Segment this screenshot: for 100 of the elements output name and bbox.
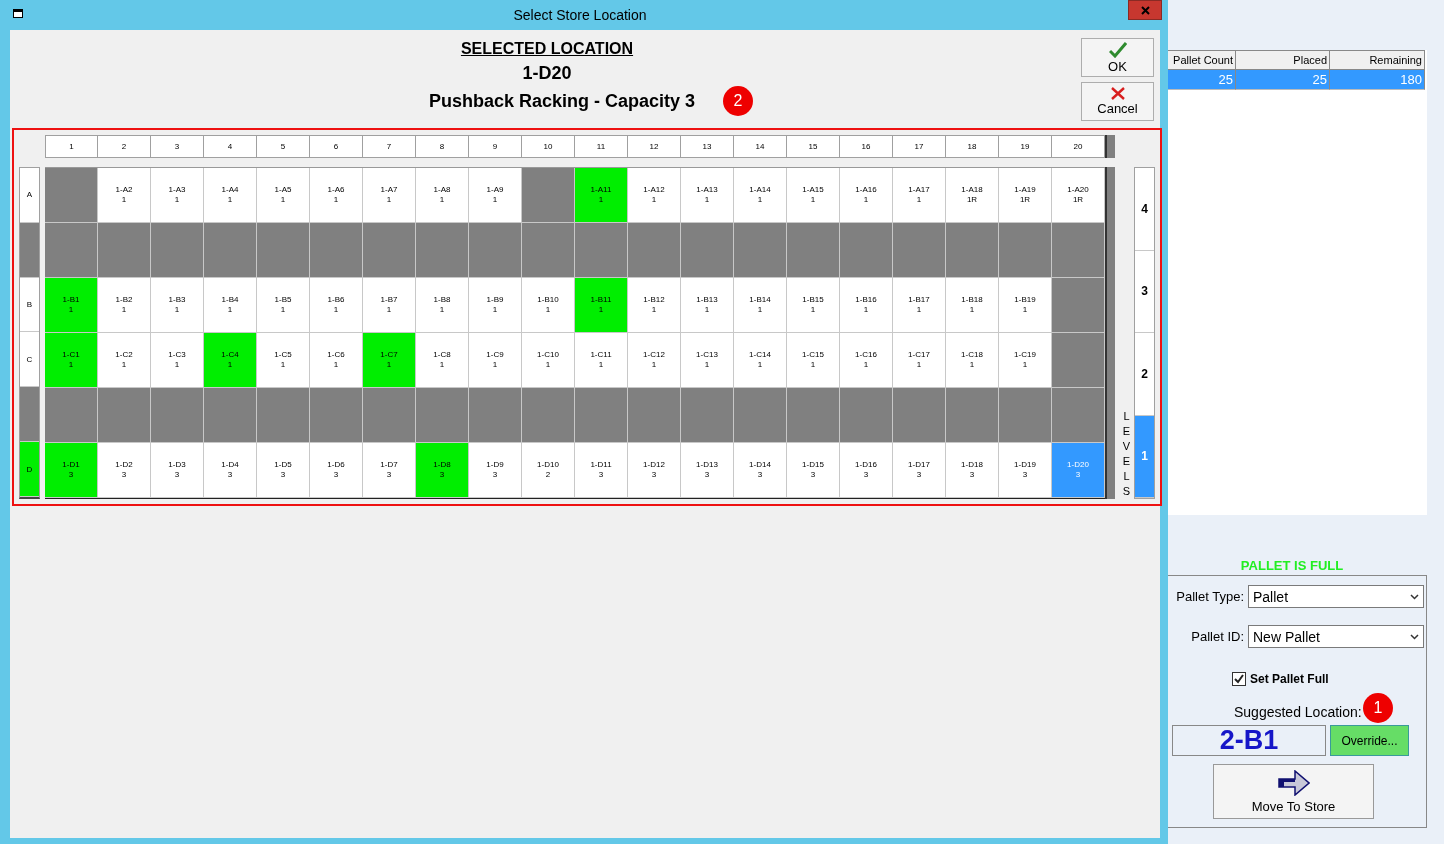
location-cell[interactable]: 1-A2 1 — [98, 168, 151, 223]
blocked-cell[interactable] — [98, 223, 151, 278]
location-cell[interactable]: 1-D19 3 — [999, 443, 1052, 498]
blocked-cell[interactable] — [257, 223, 310, 278]
blocked-cell[interactable] — [363, 223, 416, 278]
blocked-cell[interactable] — [522, 223, 575, 278]
location-cell[interactable]: 1-D10 2 — [522, 443, 575, 498]
blocked-cell[interactable] — [734, 388, 787, 443]
location-cell[interactable]: 1-A5 1 — [257, 168, 310, 223]
blocked-cell[interactable] — [893, 388, 946, 443]
blocked-cell[interactable] — [151, 388, 204, 443]
blocked-cell[interactable] — [946, 388, 999, 443]
blocked-cell[interactable] — [45, 223, 98, 278]
location-cell[interactable]: 1-D8 3 — [416, 443, 469, 498]
location-cell[interactable]: 1-D3 3 — [151, 443, 204, 498]
blocked-cell[interactable] — [628, 223, 681, 278]
location-cell[interactable]: 1-D13 3 — [681, 443, 734, 498]
location-cell[interactable]: 1-B11 1 — [575, 278, 628, 333]
location-cell[interactable]: 1-D16 3 — [840, 443, 893, 498]
blocked-cell[interactable] — [45, 168, 98, 223]
location-cell[interactable]: 1-B12 1 — [628, 278, 681, 333]
location-cell[interactable]: 1-D12 3 — [628, 443, 681, 498]
blocked-cell[interactable] — [98, 388, 151, 443]
blocked-cell[interactable] — [45, 388, 98, 443]
location-cell[interactable]: 1-B13 1 — [681, 278, 734, 333]
location-cell[interactable]: 1-D6 3 — [310, 443, 363, 498]
location-cell[interactable]: 1-B15 1 — [787, 278, 840, 333]
location-cell[interactable]: 1-D7 3 — [363, 443, 416, 498]
location-cell[interactable]: 1-B19 1 — [999, 278, 1052, 333]
location-cell[interactable]: 1-A3 1 — [151, 168, 204, 223]
move-to-store-button[interactable]: Move To Store — [1213, 764, 1374, 819]
location-cell[interactable]: 1-C2 1 — [98, 333, 151, 388]
blocked-cell[interactable] — [999, 388, 1052, 443]
location-cell[interactable]: 1-D2 3 — [98, 443, 151, 498]
location-cell[interactable]: 1-D14 3 — [734, 443, 787, 498]
location-cell[interactable]: 1-D11 3 — [575, 443, 628, 498]
location-cell[interactable]: 1-D15 3 — [787, 443, 840, 498]
location-cell[interactable]: 1-C11 1 — [575, 333, 628, 388]
location-cell[interactable]: 1-B18 1 — [946, 278, 999, 333]
location-cell[interactable]: 1-B9 1 — [469, 278, 522, 333]
location-cell[interactable]: 1-C6 1 — [310, 333, 363, 388]
location-cell[interactable]: 1-C3 1 — [151, 333, 204, 388]
blocked-cell[interactable] — [681, 223, 734, 278]
blocked-cell[interactable] — [787, 223, 840, 278]
blocked-cell[interactable] — [469, 388, 522, 443]
location-cell[interactable]: 1-A12 1 — [628, 168, 681, 223]
blocked-cell[interactable] — [522, 388, 575, 443]
blocked-cell[interactable] — [840, 388, 893, 443]
blocked-cell[interactable] — [310, 388, 363, 443]
location-cell[interactable]: 1-A15 1 — [787, 168, 840, 223]
blocked-cell[interactable] — [946, 223, 999, 278]
blocked-cell[interactable] — [1052, 223, 1105, 278]
location-cell[interactable]: 1-D5 3 — [257, 443, 310, 498]
location-cell[interactable]: 1-C10 1 — [522, 333, 575, 388]
location-cell[interactable]: 1-B3 1 — [151, 278, 204, 333]
location-cell[interactable]: 1-C13 1 — [681, 333, 734, 388]
location-cell[interactable]: 1-C16 1 — [840, 333, 893, 388]
dropdown[interactable]: New Pallet — [1248, 625, 1424, 648]
location-cell[interactable]: 1-B8 1 — [416, 278, 469, 333]
blocked-cell[interactable] — [310, 223, 363, 278]
location-cell[interactable]: 1-B2 1 — [98, 278, 151, 333]
location-cell[interactable]: 1-A20 1R — [1052, 168, 1105, 223]
blocked-cell[interactable] — [416, 223, 469, 278]
blocked-cell[interactable] — [469, 223, 522, 278]
blocked-cell[interactable] — [575, 223, 628, 278]
cancel-button[interactable]: Cancel — [1081, 82, 1154, 121]
column-header[interactable]: Pallet Count — [1168, 50, 1236, 70]
blocked-cell[interactable] — [628, 388, 681, 443]
blocked-cell[interactable] — [204, 223, 257, 278]
column-header[interactable]: Remaining — [1330, 50, 1425, 70]
location-cell[interactable]: 1-C17 1 — [893, 333, 946, 388]
location-cell[interactable]: 1-A14 1 — [734, 168, 787, 223]
location-cell[interactable]: 1-C1 1 — [45, 333, 98, 388]
blocked-cell[interactable] — [999, 223, 1052, 278]
location-cell[interactable]: 1-A19 1R — [999, 168, 1052, 223]
location-cell[interactable]: 1-D1 3 — [45, 443, 98, 498]
location-cell[interactable]: 1-B5 1 — [257, 278, 310, 333]
location-cell[interactable]: 1-C18 1 — [946, 333, 999, 388]
location-cell[interactable]: 1-D9 3 — [469, 443, 522, 498]
location-cell[interactable]: 1-A18 1R — [946, 168, 999, 223]
blocked-cell[interactable] — [416, 388, 469, 443]
level-tab[interactable]: 4 — [1135, 168, 1154, 251]
location-cell[interactable]: 1-A17 1 — [893, 168, 946, 223]
location-cell[interactable]: 1-B6 1 — [310, 278, 363, 333]
checkbox[interactable] — [1232, 672, 1246, 686]
location-cell[interactable]: 1-C9 1 — [469, 333, 522, 388]
location-cell[interactable]: 1-B16 1 — [840, 278, 893, 333]
location-cell[interactable]: 1-C15 1 — [787, 333, 840, 388]
blocked-cell[interactable] — [1052, 278, 1105, 333]
location-cell[interactable]: 1-A13 1 — [681, 168, 734, 223]
location-cell[interactable]: 1-C7 1 — [363, 333, 416, 388]
location-cell[interactable]: 1-B7 1 — [363, 278, 416, 333]
location-cell[interactable]: 1-B10 1 — [522, 278, 575, 333]
blocked-cell[interactable] — [1052, 333, 1105, 388]
location-cell[interactable]: 1-C5 1 — [257, 333, 310, 388]
blocked-cell[interactable] — [151, 223, 204, 278]
location-cell[interactable]: 1-A8 1 — [416, 168, 469, 223]
ok-button[interactable]: OK — [1081, 38, 1154, 77]
location-cell[interactable]: 1-D18 3 — [946, 443, 999, 498]
level-tab[interactable]: 2 — [1135, 333, 1154, 416]
